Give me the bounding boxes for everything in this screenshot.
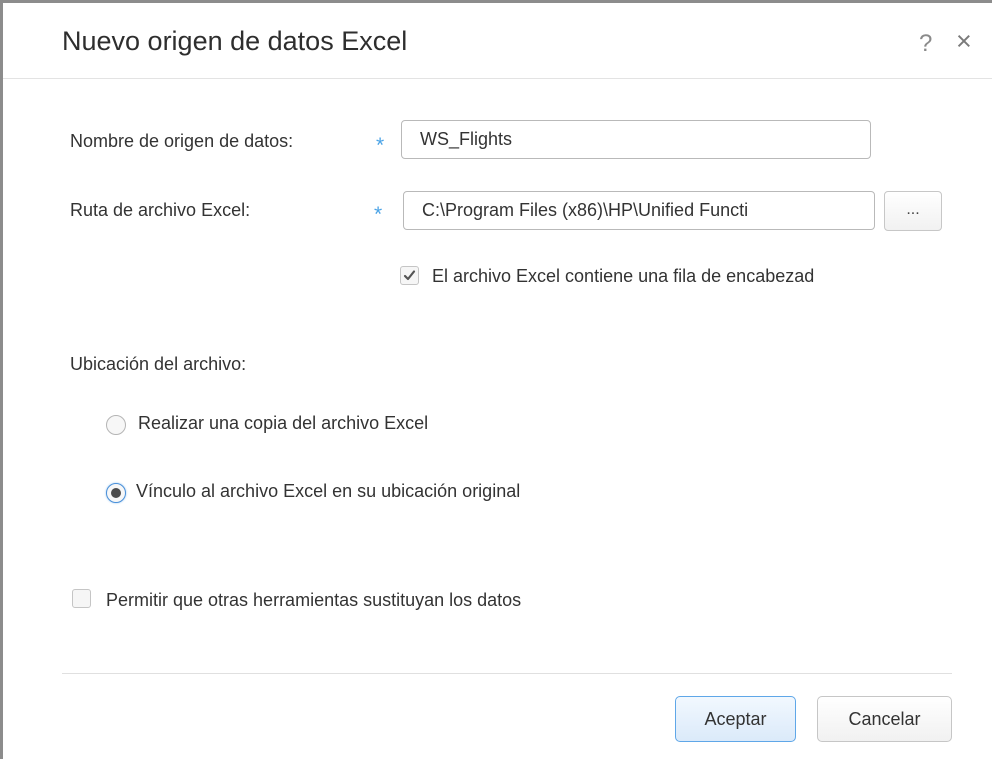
close-icon[interactable]: ×: [956, 28, 972, 55]
excel-path-label: Ruta de archivo Excel:: [70, 200, 251, 220]
header-row-checkbox[interactable]: [400, 266, 419, 285]
cancel-button[interactable]: Cancelar: [817, 696, 952, 742]
radio-selected-dot: [111, 488, 121, 498]
title-divider: [3, 78, 992, 79]
link-file-radio[interactable]: [106, 483, 126, 503]
accept-button[interactable]: Aceptar: [675, 696, 796, 742]
window-top-border: [0, 0, 992, 3]
allow-replace-label: Permitir que otras herramientas sustituy…: [106, 590, 522, 610]
browse-button[interactable]: ...: [884, 191, 942, 231]
file-location-label: Ubicación del archivo:: [70, 354, 247, 374]
footer-divider: [62, 673, 952, 674]
help-icon[interactable]: ?: [919, 30, 932, 58]
copy-file-radio[interactable]: [106, 415, 126, 435]
window-left-border: [0, 0, 3, 759]
excel-path-input[interactable]: [403, 191, 875, 230]
required-marker: *: [374, 203, 383, 226]
allow-replace-checkbox[interactable]: [72, 589, 91, 608]
required-marker: *: [376, 134, 385, 157]
check-icon: [403, 270, 416, 281]
datasource-name-label: Nombre de origen de datos:: [70, 131, 294, 151]
copy-file-label: Realizar una copia del archivo Excel: [138, 413, 429, 433]
header-row-label: El archivo Excel contiene una fila de en…: [432, 266, 815, 286]
dialog-title: Nuevo origen de datos Excel: [62, 26, 408, 56]
datasource-name-input[interactable]: [401, 120, 871, 159]
link-file-label: Vínculo al archivo Excel en su ubicación…: [136, 481, 521, 501]
